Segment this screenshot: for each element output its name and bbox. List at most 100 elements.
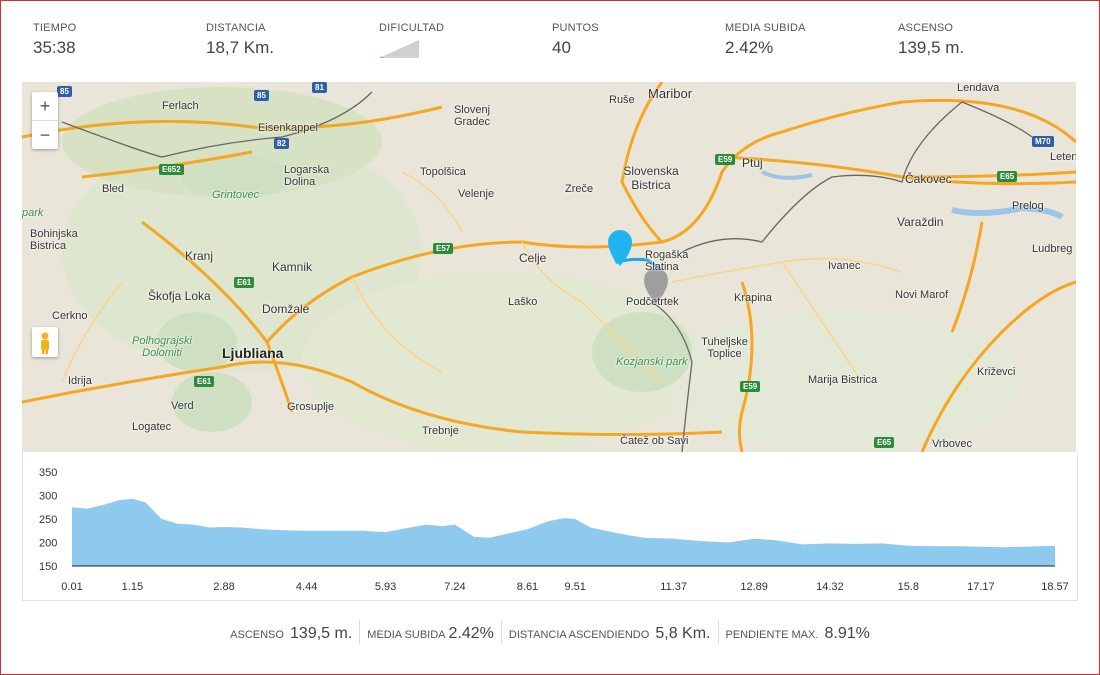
route-map[interactable]: Maribor Ruše Lendava Ferlach Eisenkappel… (22, 82, 1076, 452)
x-tick-label: 14.32 (816, 581, 844, 593)
place-label: Ptuj (742, 156, 763, 170)
stat-media-subida: MEDIA SUBIDA 2.42% (725, 22, 806, 58)
bottom-stat-pendiente-max: PENDIENTE MAX. 8.91% (719, 620, 877, 644)
place-label: Logatec (132, 421, 172, 433)
place-label: Čakovec (905, 172, 952, 186)
place-label: Zreče (565, 183, 594, 195)
place-label: Idrija (68, 375, 92, 387)
place-label: Podčetrtek (626, 296, 679, 308)
place-label: Cerkno (52, 310, 88, 322)
road-shield: E61 (194, 376, 215, 387)
bottom-stat-ascenso: ASCENSO 139,5 m. (223, 620, 361, 644)
place-label: Vrbovec (932, 438, 972, 450)
road-shield: E59 (715, 154, 736, 165)
x-tick-label: 5.93 (375, 581, 396, 593)
place-label: Čatež ob Savi (620, 435, 689, 447)
stat-puntos: PUNTOS 40 (552, 22, 599, 58)
stat-label: ASCENSO (898, 22, 954, 34)
y-tick-label: 200 (39, 538, 57, 550)
x-tick-label: 8.61 (517, 581, 538, 593)
bottom-stat-value: 139,5 m. (290, 625, 353, 642)
place-label: Bohinjska Bistrica (30, 228, 78, 252)
road-shield: E61 (234, 277, 255, 288)
x-tick-label: 18.57 (1041, 581, 1069, 593)
stat-label: PUNTOS (552, 22, 599, 34)
zoom-in-button[interactable]: + (32, 92, 58, 120)
bottom-stat-value: 5,8 Km. (655, 625, 711, 642)
road-shield: E57 (433, 243, 454, 254)
stat-dificultad: DIFICULTAD (379, 22, 444, 58)
place-label: Bled (102, 183, 125, 195)
place-label: Celje (519, 251, 547, 265)
place-label: Tuheljske Toplice (701, 336, 748, 360)
road-shield: 85 (57, 86, 72, 97)
place-label: Kozjanski park (616, 356, 688, 368)
zoom-out-button[interactable]: − (32, 120, 58, 149)
place-label: Lendava (957, 82, 1000, 94)
stat-distancia: DISTANCIA 18,7 Km. (206, 22, 274, 58)
stat-value: 40 (552, 38, 571, 57)
stat-ascenso: ASCENSO 139,5 m. (898, 22, 964, 58)
map-background (22, 82, 1076, 452)
x-tick-label: 4.44 (296, 581, 317, 593)
road-shield: 82 (274, 138, 289, 149)
place-label: Kamnik (272, 260, 313, 274)
y-tick-label: 300 (39, 491, 57, 503)
bottom-stat-value: 8.91% (824, 625, 870, 642)
place-label: Varaždin (897, 215, 944, 229)
bottom-stats-bar: ASCENSO 139,5 m. MEDIA SUBIDA 2.42% DISTANC… (0, 620, 1100, 650)
place-label: Ludbreg (1032, 243, 1073, 255)
road-shield: E59 (740, 381, 761, 392)
top-stats-bar: TIEMPO 35:38 DISTANCIA 18,7 Km. DIFICULT… (33, 22, 1073, 62)
elevation-svg: 350 300 250 200 150 0.01 1.15 2.88 4.44 5.93 7.24 8… (39, 467, 1069, 593)
place-label: Škofja Loka (148, 289, 211, 303)
y-tick-label: 350 (39, 467, 57, 479)
stat-value: 18,7 Km. (206, 38, 275, 57)
bottom-stat-label: DISTANCIA ASCENDIENDO (508, 629, 650, 641)
elevation-area (72, 498, 1055, 566)
y-tick-label: 250 (39, 514, 57, 526)
place-label: Grosuplje (287, 401, 335, 413)
x-tick-label: 15.8 (898, 581, 919, 593)
stat-value: 2.42% (725, 38, 774, 57)
road-shield: M70 (1032, 136, 1054, 147)
x-tick-label: 0.01 (61, 581, 82, 593)
place-label: Logarska Dolina (284, 164, 330, 188)
place-label: Slovenj Gradec (453, 104, 491, 128)
x-tick-label: 12.89 (740, 581, 768, 593)
bottom-stat-distancia-ascendiendo: DISTANCIA ASCENDIENDO 5,8 Km. (502, 620, 719, 644)
road-shield: E65 (874, 437, 895, 448)
difficulty-gauge-icon (379, 40, 419, 58)
elevation-profile-chart: 350 300 250 200 150 0.01 1.15 2.88 4.44 5.93 7.24 8… (22, 452, 1078, 601)
bottom-stat-label: ASCENSO (230, 629, 284, 641)
x-tick-label: 2.88 (213, 581, 234, 593)
x-tick-label: 9.51 (564, 581, 585, 593)
x-tick-label: 7.24 (444, 581, 465, 593)
place-label: Leten (1050, 151, 1076, 163)
place-label: Verd (171, 400, 194, 412)
x-tick-label: 17.17 (967, 581, 995, 593)
place-label: Grintovec (212, 189, 260, 201)
place-label: Slovenska Bistrica (623, 164, 679, 192)
place-label: Laško (508, 296, 538, 308)
bottom-stat-value: 2.42% (448, 625, 494, 642)
road-shield: E652 (159, 164, 184, 175)
place-label: Velenje (458, 188, 495, 200)
place-label: Domžale (262, 302, 310, 316)
place-label: Marija Bistrica (808, 374, 878, 386)
road-shield: E65 (997, 171, 1018, 182)
road-shield: 81 (312, 82, 327, 93)
place-label: Eisenkappel (258, 122, 318, 134)
street-view-pegman-icon[interactable] (32, 327, 58, 357)
place-label: Ljubliana (222, 345, 284, 361)
stat-value: 139,5 m. (898, 38, 965, 57)
place-label: Križevci (977, 366, 1016, 378)
bottom-stat-label: MEDIA SUBIDA (367, 629, 446, 641)
place-label: Topolšica (420, 166, 466, 178)
x-tick-label: 1.15 (122, 581, 143, 593)
place-label: Novi Marof (895, 289, 949, 301)
stat-tiempo: TIEMPO 35:38 (33, 22, 76, 58)
place-label: Polhograjski Dolomiti (132, 335, 192, 359)
stat-label: DISTANCIA (206, 22, 266, 34)
x-tick-label: 11.37 (660, 581, 687, 593)
